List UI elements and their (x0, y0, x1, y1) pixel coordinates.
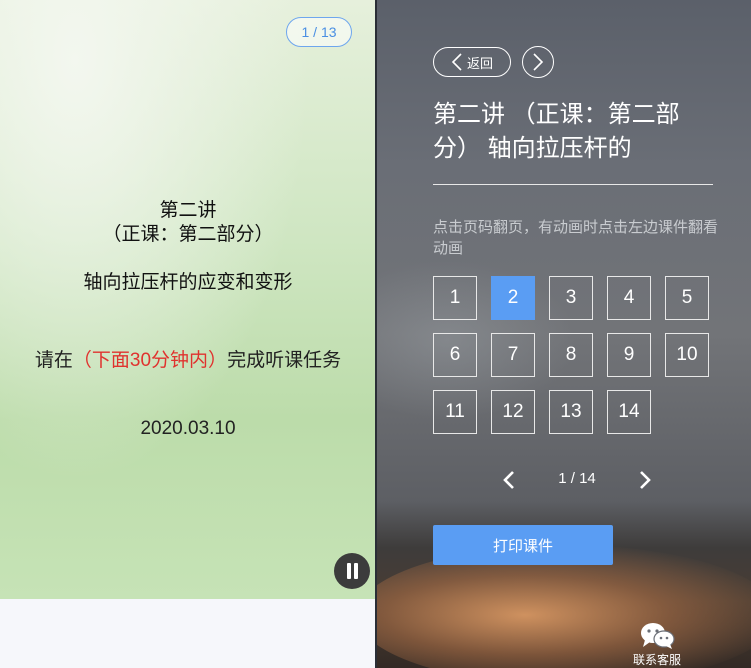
page-button[interactable]: 14 (607, 390, 651, 434)
slide-title-line-2: （正课：第二部分） (102, 224, 274, 245)
customer-service-label: 联系客服 (632, 653, 681, 667)
wechat-icon (641, 623, 675, 649)
slide-notice: 请在（下面30分钟内）完成听课任务 (30, 350, 346, 372)
page-button[interactable]: 1 (433, 276, 477, 320)
notice-prefix: 请在 (34, 350, 73, 371)
pager-label: 1 / 14 (558, 470, 596, 487)
slide-title-line-1: 第二讲 (159, 200, 217, 221)
page-button[interactable]: 4 (607, 276, 651, 320)
page-button[interactable]: 13 (549, 390, 593, 434)
page-button[interactable]: 12 (491, 390, 535, 434)
slide-date: 2020.03.10 (140, 418, 236, 439)
slide-title-line-3: 轴向拉压杆的应变和变形 (83, 272, 293, 293)
control-panel: 返回 第二讲 （正课：第二部分） 轴向拉压杆的 点击页码翻页，有动画时点击左边课… (377, 0, 751, 668)
prev-page-button[interactable] (497, 468, 521, 492)
lesson-title: 第二讲 （正课：第二部分） 轴向拉压杆的 (433, 101, 680, 162)
pause-button[interactable] (334, 553, 370, 589)
chevron-right-icon (640, 471, 651, 489)
page-button[interactable]: 8 (549, 333, 593, 377)
page-button[interactable]: 10 (665, 333, 709, 377)
courseware-slide[interactable]: 1 / 13 第二讲 （正课：第二部分） 轴向拉压杆的应变和变形 请在（下面30… (0, 0, 376, 599)
page-button[interactable]: 7 (491, 333, 535, 377)
page-button[interactable]: 9 (607, 333, 651, 377)
page-button[interactable]: 6 (433, 333, 477, 377)
slide-page-indicator: 1 / 13 (286, 17, 352, 47)
title-divider (433, 184, 713, 185)
slide-area: 1 / 13 第二讲 （正课：第二部分） 轴向拉压杆的应变和变形 请在（下面30… (0, 0, 376, 668)
chevron-left-icon (503, 471, 514, 489)
page-button[interactable]: 5 (665, 276, 709, 320)
page-hint: 点击页码翻页，有动画时点击左边课件翻看动画 (433, 219, 719, 257)
page-button[interactable]: 2 (491, 276, 535, 320)
next-lesson-button[interactable] (522, 46, 554, 78)
page-button[interactable]: 11 (433, 390, 477, 434)
chevron-left-icon (451, 53, 462, 71)
print-courseware-button[interactable]: 打印课件 (433, 525, 613, 565)
notice-highlight: （下面30分钟内） (72, 350, 228, 371)
customer-service-button[interactable]: 联系客服 (625, 622, 689, 668)
chevron-right-icon (533, 53, 544, 71)
notice-suffix: 完成听课任务 (227, 350, 342, 371)
pause-icon-bar (353, 563, 358, 579)
pause-icon (346, 563, 351, 579)
next-page-button[interactable] (633, 468, 657, 492)
back-button[interactable]: 返回 (433, 47, 511, 77)
page-button[interactable]: 3 (549, 276, 593, 320)
back-button-label: 返回 (466, 55, 493, 71)
